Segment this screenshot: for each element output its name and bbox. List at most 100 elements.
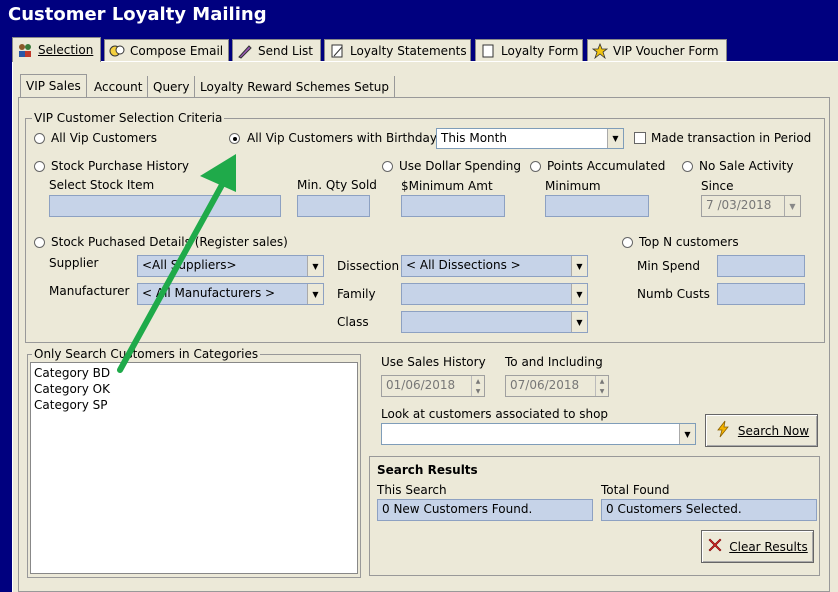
subtab-label: Query xyxy=(153,79,190,94)
list-item[interactable]: Category BD xyxy=(34,365,354,381)
stock-purchased-details-radio[interactable] xyxy=(34,237,45,248)
chevron-down-icon[interactable]: ▼ xyxy=(571,284,587,304)
chevron-down-icon[interactable]: ▼ xyxy=(607,129,623,148)
class-select[interactable]: ▼ xyxy=(401,311,588,333)
select-stock-item-label: Select Stock Item xyxy=(49,178,155,192)
clear-results-button[interactable]: Clear Results xyxy=(701,530,814,563)
people-icon xyxy=(17,42,33,58)
supplier-value: <All Suppliers> xyxy=(142,258,237,272)
chevron-down-icon[interactable]: ▼ xyxy=(571,256,587,276)
all-vip-radio[interactable] xyxy=(34,133,45,144)
categories-list[interactable]: Category BD Category OK Category SP xyxy=(30,362,358,574)
tab-send-list[interactable]: Send List xyxy=(232,39,321,61)
chevron-down-icon[interactable]: ▼ xyxy=(307,256,323,276)
subtab-loyalty-reward-schemes[interactable]: Loyalty Reward Schemes Setup xyxy=(195,76,395,97)
subtab-account[interactable]: Account xyxy=(89,76,149,97)
total-found-label: Total Found xyxy=(601,483,670,497)
min-qty-field[interactable] xyxy=(297,195,370,217)
lightning-icon xyxy=(714,420,732,441)
subtab-vip-sales[interactable]: VIP Sales xyxy=(20,74,87,98)
minimum-amt-field[interactable] xyxy=(401,195,505,217)
list-item[interactable]: Category SP xyxy=(34,397,354,413)
min-spend-field[interactable] xyxy=(717,255,805,277)
birthday-period-value: This Month xyxy=(441,131,507,145)
all-vip-birthday-label: All Vip Customers with Birthday xyxy=(247,131,437,145)
faces-icon xyxy=(109,43,125,59)
use-sales-history-label: Use Sales History xyxy=(381,355,486,369)
top-n-radio[interactable] xyxy=(622,237,633,248)
list-item[interactable]: Category OK xyxy=(34,381,354,397)
supplier-label: Supplier xyxy=(49,256,99,270)
window-title: Customer Loyalty Mailing xyxy=(8,4,267,25)
from-date-value: 01/06/2018 xyxy=(386,378,456,392)
use-dollar-spending-radio[interactable] xyxy=(382,161,393,172)
search-now-button[interactable]: Search Now xyxy=(705,414,818,447)
this-search-value: 0 New Customers Found. xyxy=(382,502,533,516)
close-icon xyxy=(707,537,723,556)
from-date-field[interactable]: 01/06/2018 ▲ ▼ xyxy=(381,375,485,397)
stock-item-field[interactable] xyxy=(49,195,281,217)
tab-compose-email[interactable]: Compose Email xyxy=(104,39,229,61)
star-icon xyxy=(591,42,609,59)
clear-results-label: Clear Results xyxy=(729,539,808,554)
this-search-field: 0 New Customers Found. xyxy=(377,499,593,521)
to-and-including-label: To and Including xyxy=(505,355,603,369)
spinner-icon[interactable]: ▲ ▼ xyxy=(595,376,608,396)
all-vip-birthday-radio[interactable] xyxy=(229,133,240,144)
search-now-label: Search Now xyxy=(737,423,810,438)
tab-label: VIP Voucher Form xyxy=(613,43,719,58)
no-sale-activity-radio[interactable] xyxy=(682,161,693,172)
shop-select[interactable]: ▼ xyxy=(381,423,696,445)
tab-selection[interactable]: Selection xyxy=(12,37,101,62)
search-results-title: Search Results xyxy=(377,463,478,477)
criteria-group-label: VIP Customer Selection Criteria xyxy=(32,111,225,125)
chevron-down-icon[interactable]: ▼ xyxy=(679,424,695,444)
top-n-label: Top N customers xyxy=(639,235,739,249)
tab-label: Send List xyxy=(258,43,314,58)
chevron-down-icon[interactable]: ▼ xyxy=(784,196,800,216)
made-transaction-checkbox[interactable] xyxy=(634,132,646,144)
look-at-shop-label: Look at customers associated to shop xyxy=(381,407,609,421)
since-label: Since xyxy=(701,179,734,193)
manufacturer-select[interactable]: < All Manufacturers > ▼ xyxy=(137,283,324,305)
points-accumulated-label: Points Accumulated xyxy=(547,159,666,173)
family-label: Family xyxy=(337,287,376,301)
this-search-label: This Search xyxy=(377,483,447,497)
subtab-label: Account xyxy=(94,79,143,94)
dissection-label: Dissection xyxy=(337,259,400,273)
subtab-label: Loyalty Reward Schemes Setup xyxy=(200,79,389,94)
form-icon xyxy=(480,43,496,59)
minimum-label: Minimum xyxy=(545,179,601,193)
stock-purchased-details-label: Stock Puchased Details (Register sales) xyxy=(51,235,288,249)
supplier-select[interactable]: <All Suppliers> ▼ xyxy=(137,255,324,277)
categories-group-label: Only Search Customers in Categories xyxy=(32,347,261,361)
family-select[interactable]: ▼ xyxy=(401,283,588,305)
subtab-query[interactable]: Query xyxy=(148,76,196,97)
birthday-period-select[interactable]: This Month ▼ xyxy=(436,128,624,149)
tab-loyalty-form[interactable]: Loyalty Form xyxy=(475,39,583,61)
since-date-field[interactable]: 7 /03/2018 ▼ xyxy=(701,195,801,217)
chevron-down-icon[interactable]: ▼ xyxy=(307,284,323,304)
min-qty-sold-label: Min. Qty Sold xyxy=(297,178,377,192)
total-found-field: 0 Customers Selected. xyxy=(601,499,817,521)
tab-label: Loyalty Form xyxy=(501,43,579,58)
dissection-select[interactable]: < All Dissections > ▼ xyxy=(401,255,588,277)
spinner-icon[interactable]: ▲ ▼ xyxy=(471,376,484,396)
min-spend-label: Min Spend xyxy=(637,259,700,273)
minimum-points-field[interactable] xyxy=(545,195,649,217)
class-label: Class xyxy=(337,315,369,329)
to-date-field[interactable]: 07/06/2018 ▲ ▼ xyxy=(505,375,609,397)
tab-label: Compose Email xyxy=(130,43,224,58)
chevron-down-icon[interactable]: ▼ xyxy=(571,312,587,332)
criteria-group xyxy=(25,118,825,343)
stock-purchase-history-radio[interactable] xyxy=(34,161,45,172)
points-accumulated-radio[interactable] xyxy=(530,161,541,172)
tab-vip-voucher-form[interactable]: VIP Voucher Form xyxy=(587,39,727,61)
numb-custs-field[interactable] xyxy=(717,283,805,305)
minimum-amt-label: $Minimum Amt xyxy=(401,179,493,193)
made-transaction-label: Made transaction in Period xyxy=(651,131,812,145)
tab-loyalty-statements[interactable]: Loyalty Statements xyxy=(324,39,471,61)
tab-label: Selection xyxy=(38,43,94,57)
since-date-value: 7 /03/2018 xyxy=(706,198,772,212)
no-sale-activity-label: No Sale Activity xyxy=(699,159,794,173)
